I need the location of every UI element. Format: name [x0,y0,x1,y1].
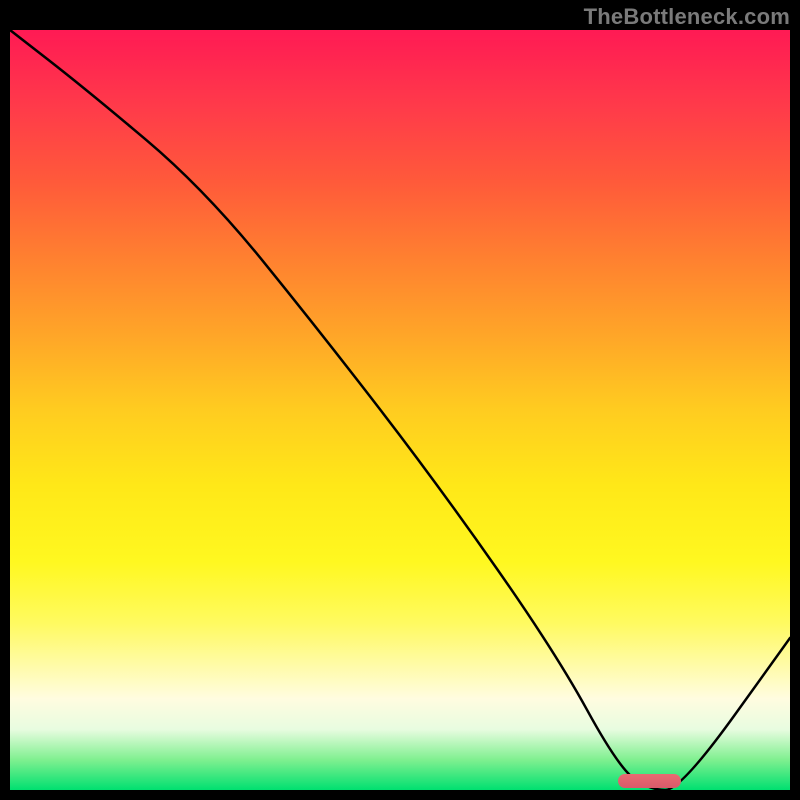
chart-container: TheBottleneck.com [0,0,800,800]
curve-path [10,30,790,790]
curve-svg [10,30,790,790]
watermark-text: TheBottleneck.com [584,4,790,30]
optimum-marker [618,774,680,788]
plot-area [10,30,790,790]
